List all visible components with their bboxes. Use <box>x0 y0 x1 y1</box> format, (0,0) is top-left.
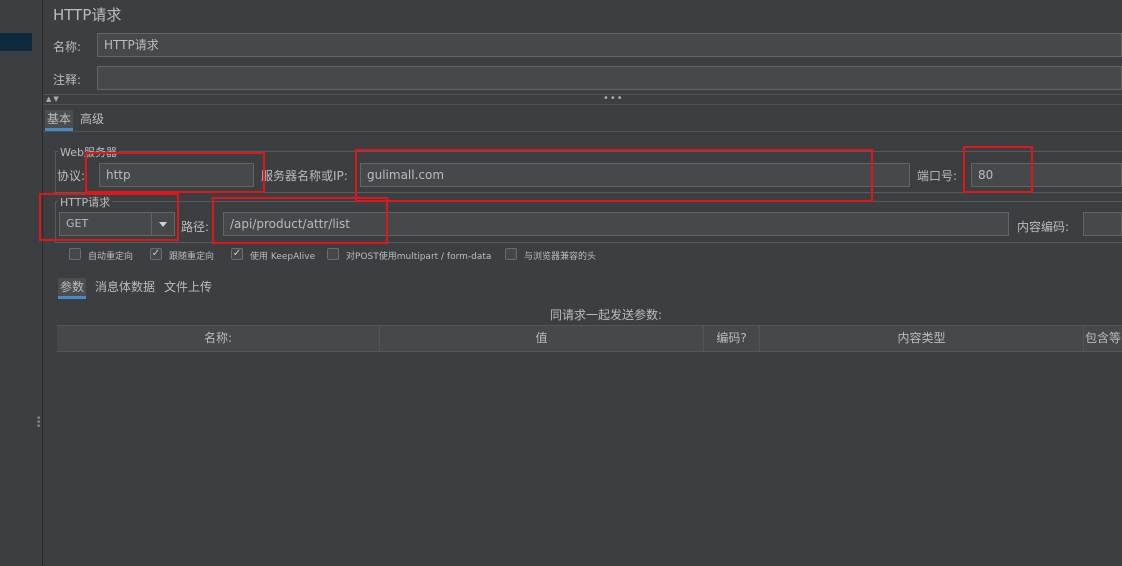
column-content-type[interactable]: 内容类型 <box>760 326 1084 351</box>
panel-divider[interactable] <box>42 0 43 566</box>
highlight-protocol <box>85 152 265 193</box>
highlight-server <box>355 149 873 202</box>
keepalive-checkbox[interactable]: ✓ <box>231 248 243 260</box>
highlight-method <box>39 193 179 241</box>
tab-advanced[interactable]: 高级 <box>78 110 106 128</box>
splitter-grip-icon[interactable]: • • • <box>36 415 41 432</box>
comment-input[interactable] <box>97 66 1122 90</box>
protocol-label: 协议: <box>57 169 86 183</box>
port-label: 端口号: <box>917 169 958 183</box>
collapse-arrows-icon[interactable]: ▲▼ <box>46 95 61 103</box>
follow-redirect-label: 跟随重定向 <box>169 252 215 262</box>
comment-label: 注释: <box>53 73 82 87</box>
params-table-header: 名称: 值 编码? 内容类型 包含等 <box>57 325 1122 352</box>
auto-redirect-checkbox[interactable] <box>69 248 81 260</box>
multipart-label: 对POST使用multipart / form-data <box>346 252 492 262</box>
tab-file-upload[interactable]: 文件上传 <box>162 278 214 296</box>
tree-selected-item[interactable] <box>0 33 32 51</box>
column-encode[interactable]: 编码? <box>704 326 760 351</box>
highlight-path <box>212 197 388 244</box>
name-label: 名称: <box>53 40 82 54</box>
tree-panel: • • • <box>0 0 43 566</box>
keepalive-label: 使用 KeepAlive <box>250 252 316 262</box>
tab-basic[interactable]: 基本 <box>45 110 74 131</box>
follow-redirect-checkbox[interactable]: ✓ <box>150 248 162 260</box>
browser-headers-label: 与浏览器兼容的头 <box>524 252 597 262</box>
page-title: HTTP请求 <box>53 6 122 24</box>
multipart-checkbox[interactable] <box>327 248 339 260</box>
name-input[interactable]: HTTP请求 <box>97 33 1122 57</box>
highlight-port <box>963 146 1033 193</box>
auto-redirect-label: 自动重定向 <box>88 252 134 262</box>
drag-handle-icon[interactable]: ••• <box>603 93 624 104</box>
path-label: 路径: <box>181 220 210 234</box>
server-label: 服务器名称或IP: <box>261 169 348 183</box>
column-include-equals[interactable]: 包含等 <box>1084 326 1122 351</box>
tab-body-data[interactable]: 消息体数据 <box>93 278 157 296</box>
column-name[interactable]: 名称: <box>57 326 380 351</box>
tab-parameters[interactable]: 参数 <box>58 278 87 299</box>
params-caption: 同请求一起发送参数: <box>550 308 663 322</box>
browser-headers-checkbox[interactable] <box>505 248 517 260</box>
encoding-label: 内容编码: <box>1017 220 1070 234</box>
encoding-input[interactable] <box>1083 212 1122 236</box>
column-value[interactable]: 值 <box>380 326 704 351</box>
